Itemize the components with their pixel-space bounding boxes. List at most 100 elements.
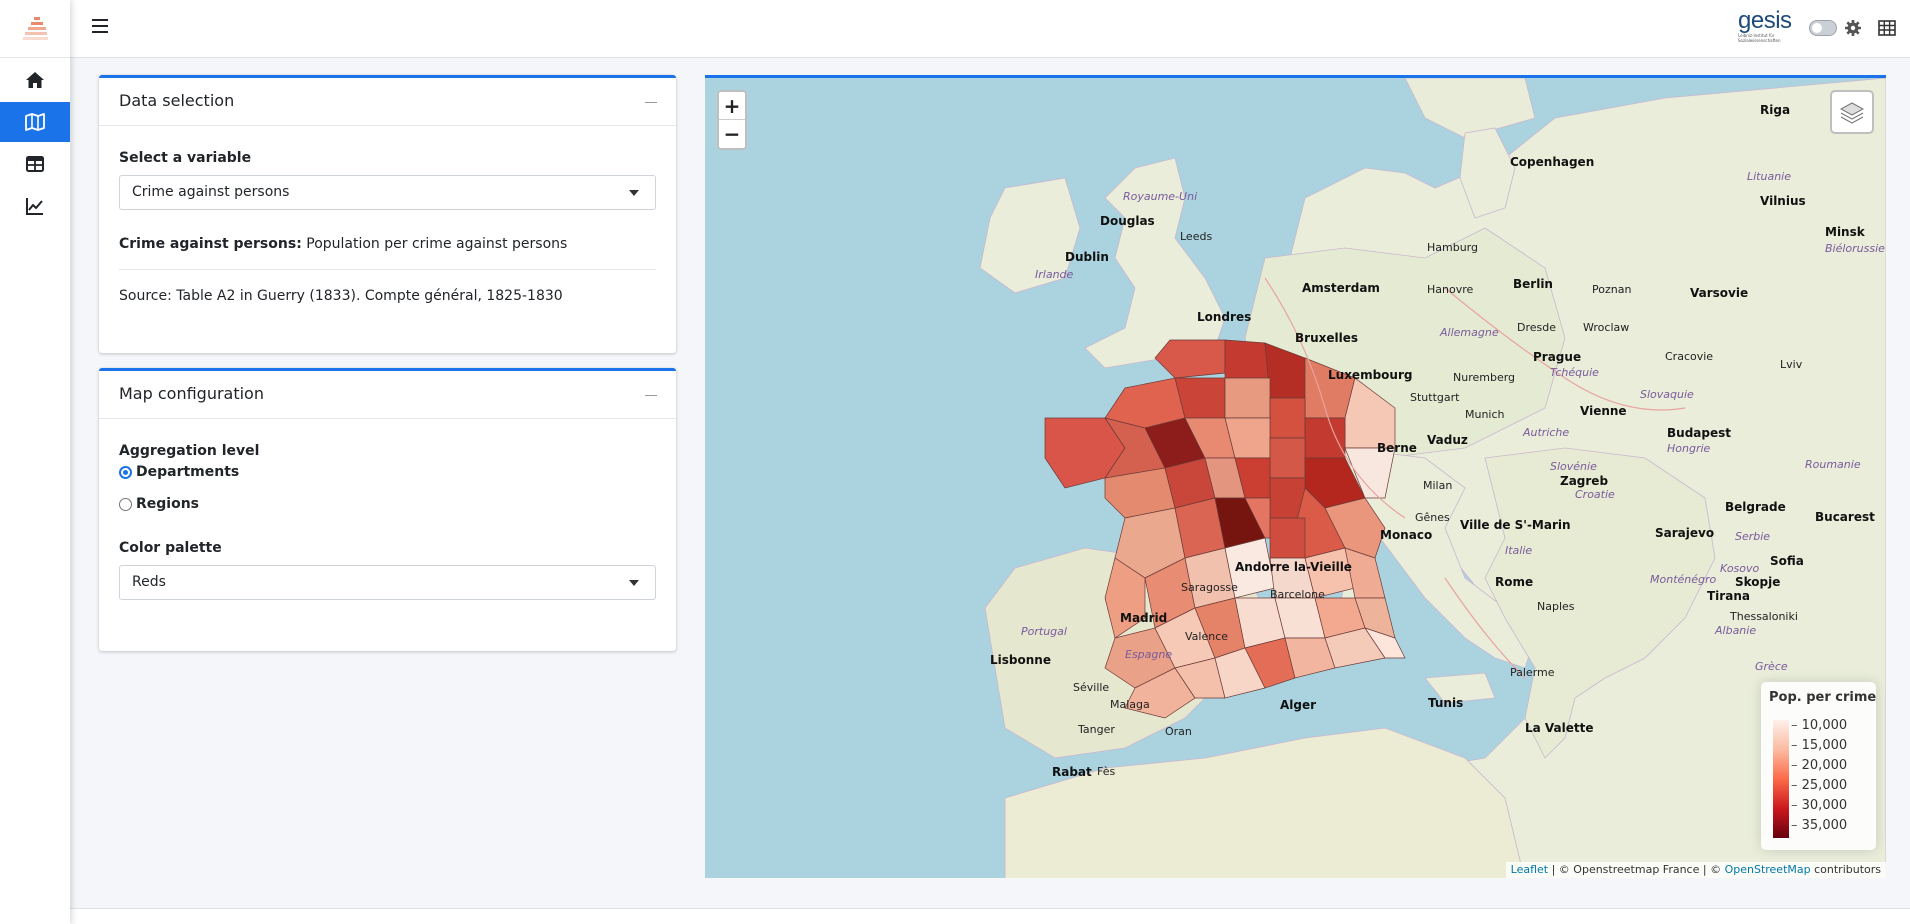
radio-regions-label: Regions — [136, 496, 200, 512]
legend-tick: 10,000 — [1791, 716, 1848, 736]
city-label: La Valette — [1525, 721, 1594, 735]
layers-icon — [1839, 102, 1865, 124]
city-label: Belgrade — [1725, 500, 1786, 514]
zoom-out-button[interactable]: − — [719, 120, 745, 148]
gesis-logo[interactable]: gesis Leibniz-Institut für Sozialwissens… — [1738, 9, 1798, 47]
city-label: Tanger — [1078, 723, 1115, 736]
city-label: Luxembourg — [1328, 368, 1413, 382]
city-label: Minsk — [1825, 225, 1865, 239]
nav-item-home[interactable] — [0, 60, 70, 100]
region-label: Hongrie — [1667, 442, 1711, 455]
city-label: Dresde — [1517, 321, 1556, 334]
city-label: Wroclaw — [1583, 321, 1630, 334]
city-label: Hanovre — [1427, 283, 1474, 296]
map-legend: Pop. per crime 10,000 15,000 20,000 25,0… — [1761, 682, 1876, 850]
gesis-logo-text: gesis — [1738, 7, 1792, 34]
nav-item-map[interactable] — [0, 102, 70, 142]
footer — [70, 908, 1910, 924]
nav-item-chart[interactable] — [0, 186, 70, 226]
city-label: Bruxelles — [1295, 331, 1358, 345]
home-icon — [26, 72, 44, 88]
city-label: Monaco — [1380, 528, 1433, 542]
palette-select[interactable]: Reds — [119, 565, 656, 600]
city-label: Poznan — [1592, 283, 1632, 296]
region-label: Irlande — [1035, 268, 1074, 281]
legend-tick: 35,000 — [1791, 816, 1848, 836]
city-label: Munich — [1465, 408, 1505, 421]
gesis-logo-subtitle: Leibniz-Institut für Sozialwissenschafte… — [1738, 33, 1781, 43]
data-selection-header: Data selection — [99, 78, 676, 126]
city-label: Berne — [1377, 441, 1417, 455]
map-icon — [25, 113, 45, 131]
city-label: Prague — [1533, 350, 1582, 364]
city-label: Copenhagen — [1510, 155, 1595, 169]
city-label: Hamburg — [1427, 241, 1478, 254]
radio-departments[interactable]: Departments — [119, 462, 656, 482]
aggregation-label: Aggregation level — [119, 443, 260, 459]
city-label: Dublin — [1065, 250, 1109, 264]
city-label: Amsterdam — [1302, 281, 1380, 295]
variable-label: Select a variable — [119, 150, 252, 166]
radio-departments-label: Departments — [136, 464, 240, 480]
city-label: Naples — [1537, 600, 1575, 613]
city-label: Tunis — [1428, 696, 1464, 710]
city-label: Varsovie — [1690, 286, 1749, 300]
layers-button[interactable] — [1830, 90, 1874, 134]
region-label: Lituanie — [1747, 170, 1792, 183]
city-label: Gênes — [1415, 511, 1450, 524]
city-label: Stuttgart — [1410, 391, 1460, 404]
collapse-icon[interactable] — [644, 387, 658, 401]
city-label: Milan — [1423, 479, 1453, 492]
city-label: Barcelone — [1270, 588, 1325, 601]
legend-title: Pop. per crime — [1769, 690, 1877, 705]
city-label: Lisbonne — [990, 653, 1051, 667]
palette-label: Color palette — [119, 540, 222, 556]
city-label: Vilnius — [1760, 194, 1806, 208]
city-label: Skopje — [1735, 575, 1781, 589]
zoom-control: + − — [717, 90, 747, 150]
variable-description: Crime against persons: Population per cr… — [119, 236, 656, 252]
city-label: Budapest — [1667, 426, 1731, 440]
map-config-card: Map configuration Aggregation level Depa… — [99, 368, 676, 651]
city-label: Saragosse — [1181, 581, 1238, 594]
top-header: gesis Leibniz-Institut für Sozialwissens… — [70, 0, 1910, 58]
dark-mode-toggle[interactable] — [1809, 20, 1837, 36]
region-label: Allemagne — [1440, 326, 1499, 339]
radio-button-checked[interactable] — [119, 465, 132, 479]
region-label: Croatie — [1575, 488, 1615, 501]
app-logo[interactable] — [0, 0, 70, 58]
city-label: Palerme — [1510, 666, 1555, 679]
city-label: Sarajevo — [1655, 526, 1715, 540]
map-config-header: Map configuration — [99, 371, 676, 419]
region-label: Monténégro — [1650, 573, 1717, 586]
region-label: Autriche — [1523, 426, 1570, 439]
region-label: Biélorussie — [1825, 242, 1885, 255]
osm-link[interactable]: OpenStreetMap — [1725, 863, 1811, 876]
region-label: Slovaquie — [1640, 388, 1694, 401]
region-label: Italie — [1505, 544, 1533, 557]
variable-select[interactable]: Crime against persons — [119, 175, 656, 210]
radio-regions[interactable]: Regions — [119, 494, 656, 514]
city-label: Lviv — [1780, 358, 1803, 371]
app-logo-icon — [23, 16, 48, 40]
city-label: Tirana — [1707, 589, 1750, 603]
city-label: Séville — [1073, 681, 1110, 694]
collapse-icon[interactable] — [644, 94, 658, 108]
variable-description-term: Crime against persons: — [119, 236, 302, 252]
city-label: Fès — [1097, 765, 1116, 778]
map-view[interactable]: Copenhagen Riga Vilnius Minsk Douglas Du… — [705, 75, 1886, 878]
attribution-text: contributors — [1810, 863, 1881, 876]
gear-icon[interactable] — [1844, 19, 1862, 37]
city-label: Valence — [1185, 630, 1229, 643]
menu-toggle-icon[interactable] — [92, 19, 108, 35]
nav-item-table[interactable] — [0, 144, 70, 184]
radio-button[interactable] — [119, 497, 132, 511]
grid-icon[interactable] — [1878, 19, 1896, 37]
sidebar — [0, 0, 70, 924]
city-label: Londres — [1197, 310, 1252, 324]
zoom-in-button[interactable]: + — [719, 92, 745, 120]
region-label: Serbie — [1735, 530, 1771, 543]
leaflet-link[interactable]: Leaflet — [1511, 863, 1548, 876]
region-label: Tchéquie — [1550, 366, 1599, 379]
legend-color-bar — [1773, 720, 1789, 838]
